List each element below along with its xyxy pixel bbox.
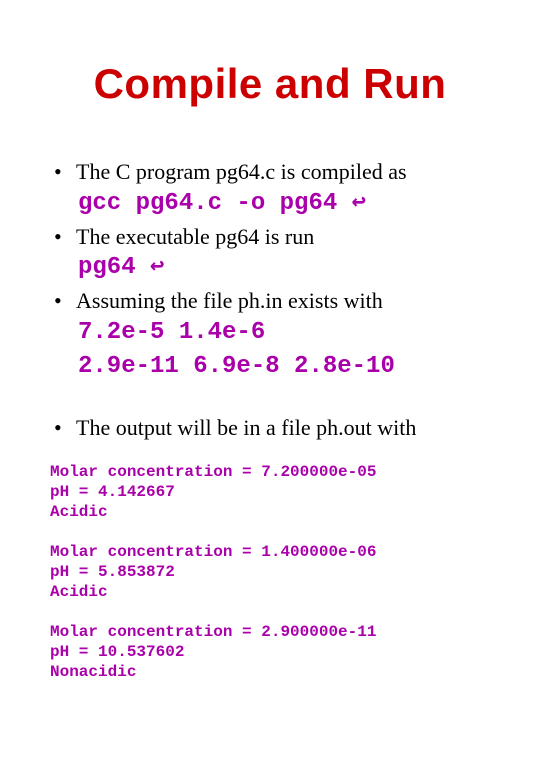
main-bullet-list: The output will be in a file ph.out with	[40, 414, 500, 443]
main-bullet-list: The executable pg64 is run	[40, 223, 500, 252]
output-block-2: Molar concentration = 1.400000e-06 pH = …	[40, 542, 500, 602]
main-bullet-list: The C program pg64.c is compiled as	[40, 158, 500, 187]
code-input-line-1: 7.2e-5 1.4e-6	[40, 318, 500, 348]
code-input-line-2: 2.9e-11 6.9e-8 2.8e-10	[40, 352, 500, 382]
bullet-input: Assuming the file ph.in exists with	[50, 287, 500, 316]
output-block-3: Molar concentration = 2.900000e-11 pH = …	[40, 622, 500, 682]
bullet-output: The output will be in a file ph.out with	[50, 414, 500, 443]
code-run-command: pg64 ↩	[40, 253, 500, 283]
output-block-1: Molar concentration = 7.200000e-05 pH = …	[40, 462, 500, 522]
main-bullet-list: Assuming the file ph.in exists with	[40, 287, 500, 316]
slide-title: Compile and Run	[40, 60, 500, 108]
bullet-compile: The C program pg64.c is compiled as	[50, 158, 500, 187]
bullet-run: The executable pg64 is run	[50, 223, 500, 252]
code-compile-command: gcc pg64.c -o pg64 ↩	[40, 189, 500, 219]
